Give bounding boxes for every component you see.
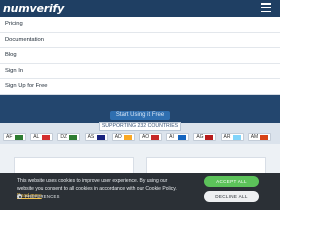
mobile-nav-menu: Pricing Documentation Blog Sign In Sign … (0, 17, 280, 95)
menu-item-sign-in[interactable]: Sign In (0, 64, 280, 80)
country-flag-ad[interactable]: AD (111, 133, 135, 141)
accept-all-button[interactable]: ACCEPT ALL (204, 176, 259, 187)
decline-all-button[interactable]: DECLINE ALL (204, 191, 259, 202)
country-flag-am[interactable]: AM (247, 133, 271, 141)
flag-icon (69, 135, 78, 140)
country-flag-ai[interactable]: AI (166, 133, 190, 141)
menu-item-documentation[interactable]: Documentation (0, 33, 280, 49)
menu-item-sign-up[interactable]: Sign Up for Free (0, 79, 280, 95)
flag-icon (178, 135, 187, 140)
menu-item-blog[interactable]: Blog (0, 48, 280, 64)
flag-icon (123, 135, 132, 140)
logo[interactable]: numverify (3, 2, 64, 15)
hero-cta-button[interactable]: Start Using it Free (110, 111, 170, 120)
flag-icon (205, 135, 214, 140)
country-flag-as[interactable]: AS (84, 133, 108, 141)
flag-icon (42, 135, 51, 140)
cookie-preferences-button[interactable]: PREFERENCES (17, 194, 60, 200)
flag-icon (232, 135, 241, 140)
flag-icon (96, 135, 105, 140)
hamburger-menu-icon[interactable] (261, 3, 271, 13)
site-header: numverify (0, 0, 280, 17)
flag-icon (259, 135, 268, 140)
country-flag-ag[interactable]: AG (193, 133, 217, 141)
country-flag-al[interactable]: AL (30, 133, 54, 141)
flag-icon (15, 135, 23, 140)
menu-item-pricing[interactable]: Pricing (0, 17, 280, 33)
country-flag-dz[interactable]: DZ (57, 133, 81, 141)
country-flag-af[interactable]: AF (3, 133, 26, 141)
gear-icon (17, 194, 22, 200)
country-flag-ao[interactable]: AO (138, 133, 162, 141)
country-flag-list: AF AL DZ AS AD AO AI AG AR AM (3, 133, 275, 142)
country-flag-ar[interactable]: AR (220, 133, 244, 141)
countries-label: SUPPORTING 232 COUNTRIES (99, 122, 181, 131)
flag-icon (150, 135, 159, 140)
